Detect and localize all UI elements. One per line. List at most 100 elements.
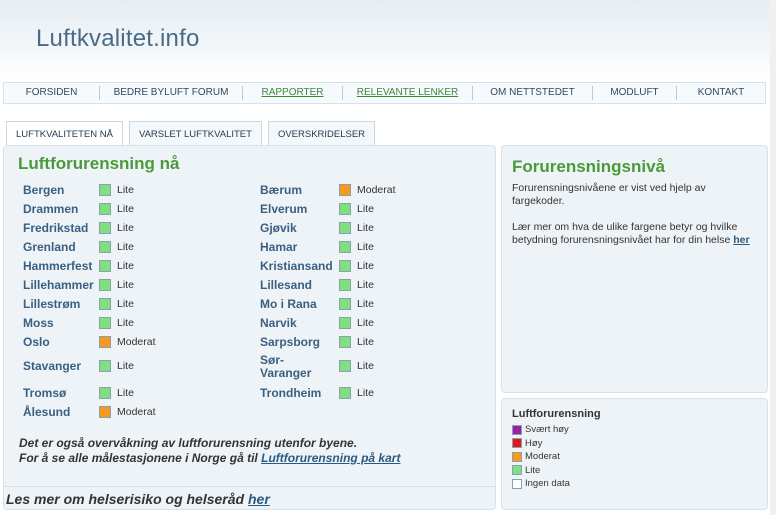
level-label: Lite	[357, 317, 374, 329]
tab-overskridelser[interactable]: OVERSKRIDELSER	[267, 121, 376, 146]
legend-item: Lite	[512, 464, 540, 477]
city-name[interactable]: Lillesand	[260, 279, 340, 292]
nav-item-rapporter[interactable]: RAPPORTER	[243, 86, 343, 100]
level-label: Moderat	[357, 184, 396, 196]
learn-more-text: Lær mer om hva de ulike fargene betyr og…	[512, 221, 738, 246]
page-scrollbar[interactable]	[770, 0, 776, 515]
monitoring-note-text: For å se alle målestasjonene i Norge gå …	[19, 451, 258, 465]
monitoring-note-line2: For å se alle målestasjonene i Norge gå …	[19, 451, 400, 466]
city-name[interactable]: Fredrikstad	[23, 222, 103, 235]
level-swatch	[339, 184, 351, 196]
city-name[interactable]: Sarpsborg	[260, 336, 340, 349]
level-swatch	[99, 360, 111, 372]
city-name[interactable]: Trondheim	[260, 387, 340, 400]
map-link[interactable]: Luftforurensning på kart	[261, 451, 400, 465]
level-label: Lite	[117, 222, 134, 234]
level-label: Lite	[357, 203, 374, 215]
legend-label: Ingen data	[525, 478, 570, 489]
level-swatch	[339, 279, 351, 291]
legend-label: Høy	[525, 437, 543, 449]
nav-item-om-nettstedet[interactable]: OM NETTSTEDET	[473, 86, 593, 100]
city-name[interactable]: Mo i Rana	[260, 298, 340, 311]
tab-luftkvaliteten-na[interactable]: LUFTKVALITETEN NÅ	[6, 121, 123, 147]
city-name[interactable]: Drammen	[23, 203, 103, 216]
level-label: Lite	[357, 360, 374, 372]
city-name[interactable]: Stavanger	[23, 360, 103, 373]
level-swatch	[99, 317, 111, 329]
level-swatch	[99, 336, 111, 348]
legend-heading: Luftforurensning	[512, 408, 601, 420]
city-name[interactable]: Lillehammer	[23, 279, 103, 292]
level-swatch	[339, 241, 351, 253]
pollution-now-panel: Luftforurensning nå Bergen Lite Drammen Lit…	[3, 145, 496, 510]
legend-label: Lite	[525, 464, 541, 476]
pollution-level-learn-more: Lær mer om hva de ulike fargene betyr og…	[512, 221, 757, 247]
site-header: Luftkvalitet.info	[0, 0, 776, 78]
city-name[interactable]: Bærum	[260, 184, 340, 197]
level-swatch	[339, 260, 351, 272]
pollution-level-description: Forurensningsnivåene er vist ved hjelp a…	[512, 182, 706, 207]
city-name[interactable]: Grenland	[23, 241, 103, 254]
legend-swatch	[512, 451, 522, 462]
legend-item: Ingen data	[512, 477, 570, 490]
legend-label: Svært høy	[525, 424, 569, 435]
level-swatch	[99, 222, 111, 234]
city-name[interactable]: Hammerfest	[23, 260, 103, 273]
legend-swatch	[512, 438, 522, 448]
monitoring-note: Det er også overvåkning av luftforurensn…	[19, 436, 400, 466]
level-label: Moderat	[117, 406, 156, 418]
legend-item: Moderat	[512, 450, 560, 463]
city-name[interactable]: Bergen	[23, 184, 103, 197]
level-swatch	[339, 387, 351, 399]
level-swatch	[99, 298, 111, 310]
tab-varslet-luftkvalitet[interactable]: VARSLET LUFTKVALITET	[128, 121, 262, 146]
tab-bar: LUFTKVALITETEN NÅ VARSLET LUFTKVALITET O…	[6, 121, 381, 147]
city-name[interactable]: Moss	[23, 317, 103, 330]
city-name[interactable]: Elverum	[260, 203, 340, 216]
level-label: Lite	[117, 279, 134, 291]
legend-swatch	[512, 424, 522, 435]
city-name[interactable]: Tromsø	[23, 387, 103, 400]
level-label: Moderat	[117, 336, 156, 348]
level-label: Lite	[117, 241, 134, 253]
city-name[interactable]: Ålesund	[23, 406, 103, 419]
monitoring-note-line1: Det er også overvåkning av luftforurensn…	[19, 436, 358, 450]
level-label: Lite	[117, 317, 134, 329]
level-swatch	[99, 406, 111, 418]
level-label: Lite	[117, 360, 134, 372]
level-label: Lite	[357, 222, 374, 234]
city-name[interactable]: Oslo	[23, 336, 103, 349]
health-advice-link[interactable]: her	[248, 491, 270, 507]
legend-swatch	[512, 465, 522, 475]
nav-item-kontakt[interactable]: KONTAKT	[677, 86, 765, 100]
nav-item-forsiden[interactable]: FORSIDEN	[4, 86, 100, 100]
level-swatch	[339, 298, 351, 310]
panel-divider	[4, 486, 495, 487]
learn-more-link[interactable]: her	[733, 234, 749, 246]
level-swatch	[99, 260, 111, 272]
level-label: Lite	[117, 184, 134, 196]
legend-label: Moderat	[525, 451, 560, 462]
level-label: Lite	[357, 387, 374, 399]
city-name[interactable]: Lillestrøm	[23, 298, 103, 311]
level-label: Lite	[117, 260, 134, 272]
level-swatch	[99, 279, 111, 291]
pollution-level-heading: Forurensningsnivå	[512, 157, 666, 176]
city-name[interactable]: Gjøvik	[260, 222, 340, 235]
main-navigation: FORSIDEN BEDRE BYLUFT FORUM RAPPORTER RE…	[3, 82, 766, 104]
site-logo[interactable]: Luftkvalitet.info	[36, 25, 200, 53]
city-name[interactable]: Kristiansand	[260, 260, 340, 273]
pollution-level-panel: Forurensningsnivå Forurensningsnivåene e…	[501, 145, 768, 393]
nav-item-modluft[interactable]: MODLUFT	[593, 86, 677, 100]
city-name[interactable]: Narvik	[260, 317, 340, 330]
city-name[interactable]: Sør-Varanger	[260, 354, 311, 380]
nav-item-bedre-byluft-forum[interactable]: BEDRE BYLUFT FORUM	[100, 86, 243, 100]
level-label: Lite	[117, 387, 134, 399]
level-label: Lite	[357, 260, 374, 272]
level-swatch	[339, 336, 351, 348]
level-swatch	[339, 203, 351, 215]
city-name[interactable]: Hamar	[260, 241, 340, 254]
nav-item-relevante-lenker[interactable]: RELEVANTE LENKER	[343, 86, 473, 100]
level-swatch	[99, 387, 111, 399]
health-advice-line: Les mer om helserisiko og helseråd her	[6, 491, 270, 507]
